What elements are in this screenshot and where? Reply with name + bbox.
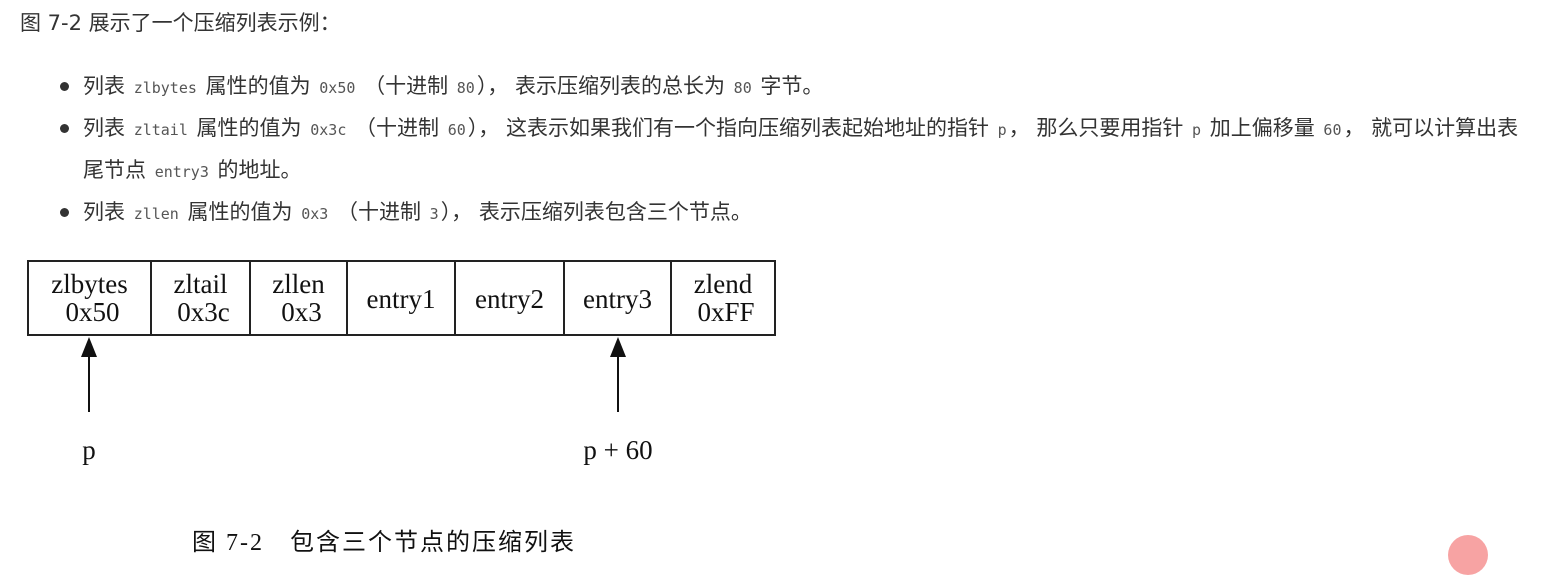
property-list: 列表 zlbytes 属性的值为 0x50 （十进制 80）， 表示压缩列表的总…	[56, 66, 1536, 234]
inline-code: p	[1192, 121, 1202, 139]
text-run: 属性的值为	[189, 116, 309, 140]
text-run: 列表	[83, 116, 132, 140]
ziplist-cell-zltail: zltail0x3c	[150, 260, 251, 336]
arrow-up-icon	[610, 337, 626, 357]
inline-code: zlbytes	[133, 79, 197, 97]
inline-code: zllen	[133, 205, 179, 223]
inline-code: zltail	[133, 121, 188, 139]
text-run: 属性的值为	[180, 200, 300, 224]
list-item-text: 列表 zllen 属性的值为 0x3 （十进制 3）， 表示压缩列表包含三个节点…	[83, 200, 752, 224]
list-item-text: 列表 zlbytes 属性的值为 0x50 （十进制 80）， 表示压缩列表的总…	[83, 74, 823, 98]
inline-code: 0x3	[301, 205, 329, 223]
inline-code: 60	[1323, 121, 1342, 139]
list-item: 列表 zlbytes 属性的值为 0x50 （十进制 80）， 表示压缩列表的总…	[56, 66, 1536, 108]
cell-name: entry2	[475, 284, 544, 314]
text-run: （十进制	[357, 74, 455, 98]
bullet-icon	[60, 82, 69, 91]
text-run: 属性的值为	[198, 74, 318, 98]
text-run: ）， 表示压缩列表的总长为	[476, 74, 732, 98]
text-run: 的地址。	[210, 158, 302, 182]
intro-paragraph: 图 7-2 展示了一个压缩列表示例：	[20, 11, 341, 35]
figure-caption: 图 7-2 包含三个节点的压缩列表	[192, 530, 576, 556]
list-item-text: 列表 zltail 属性的值为 0x3c （十进制 60）， 这表示如果我们有一…	[83, 116, 1518, 182]
ziplist-cell-zlbytes: zlbytes0x50	[27, 260, 152, 336]
list-item: 列表 zltail 属性的值为 0x3c （十进制 60）， 这表示如果我们有一…	[56, 108, 1536, 192]
inline-code: 60	[447, 121, 466, 139]
cell-name: zlbytes	[51, 269, 127, 299]
inline-code: 80	[733, 79, 752, 97]
cell-name: zltail	[174, 269, 228, 299]
cell-name: zllen	[272, 269, 325, 299]
text-run: 加上偏移量	[1203, 116, 1322, 140]
cell-value: 0x3	[281, 297, 322, 327]
bullet-icon	[60, 208, 69, 217]
floating-button[interactable]	[1448, 535, 1488, 575]
pointer-p-plus-60: p + 60	[583, 337, 653, 465]
ziplist-cell-entry1: entry1	[346, 260, 456, 336]
inline-code: 80	[456, 79, 475, 97]
text-run: ）， 这表示如果我们有一个指向压缩列表起始地址的指针	[467, 116, 996, 140]
text-run: （十进制	[348, 116, 446, 140]
cell-value: 0xFF	[697, 297, 754, 327]
inline-code: 3	[429, 205, 439, 223]
text-run: 字节。	[753, 74, 824, 98]
cell-name: zlend	[694, 269, 753, 299]
ziplist-cell-zllen: zllen0x3	[249, 260, 348, 336]
text-run: 列表	[83, 200, 132, 224]
cell-name: entry3	[583, 284, 652, 314]
ziplist-diagram: zlbytes0x50zltail0x3czllen0x3 entry1 entry…	[27, 260, 776, 465]
bullet-icon	[60, 124, 69, 133]
ziplist-cell-entry3: entry3	[563, 260, 672, 336]
ziplist-cell-entry2: entry2	[454, 260, 565, 336]
inline-code: 0x3c	[310, 121, 347, 139]
cell-name: entry1	[367, 284, 436, 314]
arrow-up-icon	[81, 337, 97, 357]
cell-value: 0x3c	[177, 297, 230, 327]
text-run: （十进制	[330, 200, 428, 224]
text-run: ）， 表示压缩列表包含三个节点。	[440, 200, 752, 224]
pointer-label: p + 60	[583, 435, 652, 465]
inline-code: entry3	[154, 163, 209, 181]
inline-code: p	[997, 121, 1007, 139]
cell-value: 0x50	[66, 297, 120, 327]
text-run: 列表	[83, 74, 132, 98]
text-run: ， 那么只要用指针	[1008, 116, 1191, 140]
list-item: 列表 zllen 属性的值为 0x3 （十进制 3）， 表示压缩列表包含三个节点…	[56, 192, 1536, 234]
pointer-p: p	[81, 337, 97, 465]
pointer-label: p	[82, 435, 96, 465]
ziplist-cell-zlend: zlend0xFF	[670, 260, 776, 336]
inline-code: 0x50	[319, 79, 356, 97]
